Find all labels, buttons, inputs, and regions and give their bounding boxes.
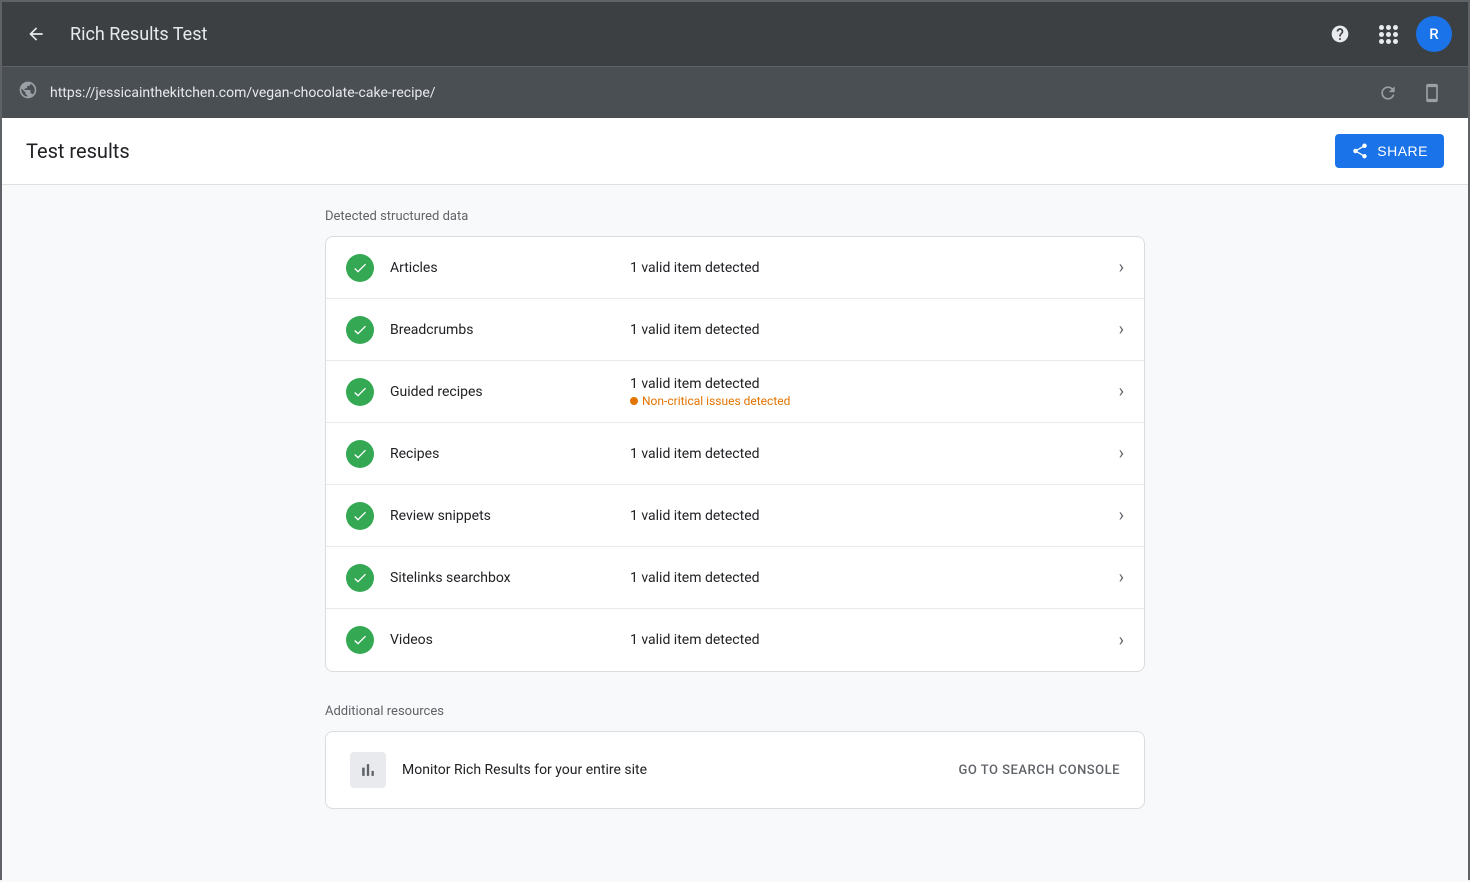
item-name-guided-recipes: Guided recipes: [390, 384, 590, 400]
resource-text: Monitor Rich Results for your entire sit…: [402, 762, 943, 778]
chevron-right-guided-recipes: ›: [1119, 381, 1124, 402]
resource-card: Monitor Rich Results for your entire sit…: [325, 731, 1145, 809]
detected-section-label: Detected structured data: [325, 209, 1145, 224]
share-label: SHARE: [1377, 143, 1428, 159]
item-name-breadcrumbs: Breadcrumbs: [390, 322, 590, 338]
refresh-button[interactable]: [1368, 73, 1408, 113]
scroll-area[interactable]: Detected structured data Articles 1 vali…: [2, 185, 1468, 882]
back-button[interactable]: [18, 16, 54, 52]
item-status-text-articles: 1 valid item detected: [630, 260, 1119, 276]
data-item-sitelinks[interactable]: Sitelinks searchbox 1 valid item detecte…: [326, 547, 1144, 609]
data-item-breadcrumbs[interactable]: Breadcrumbs 1 valid item detected ›: [326, 299, 1144, 361]
item-warning-guided-recipes: Non-critical issues detected: [630, 394, 1119, 408]
url-bar-actions: [1368, 73, 1452, 113]
check-icon-recipes: [346, 440, 374, 468]
additional-section-label: Additional resources: [325, 704, 1145, 719]
check-icon-videos: [346, 626, 374, 654]
item-name-sitelinks: Sitelinks searchbox: [390, 570, 590, 586]
item-name-review-snippets: Review snippets: [390, 508, 590, 524]
item-status-text-breadcrumbs: 1 valid item detected: [630, 322, 1119, 338]
resource-icon: [350, 752, 386, 788]
item-status-review-snippets: 1 valid item detected: [630, 508, 1119, 524]
item-status-recipes: 1 valid item detected: [630, 446, 1119, 462]
chevron-right-sitelinks: ›: [1119, 567, 1124, 588]
item-status-breadcrumbs: 1 valid item detected: [630, 322, 1119, 338]
item-status-videos: 1 valid item detected: [630, 632, 1119, 648]
item-status-text-guided-recipes: 1 valid item detected: [630, 376, 1119, 392]
top-bar: Rich Results Test R: [2, 2, 1468, 66]
share-button[interactable]: SHARE: [1335, 134, 1444, 168]
data-item-review-snippets[interactable]: Review snippets 1 valid item detected ›: [326, 485, 1144, 547]
check-icon-breadcrumbs: [346, 316, 374, 344]
check-icon-articles: [346, 254, 374, 282]
item-status-text-recipes: 1 valid item detected: [630, 446, 1119, 462]
item-name-videos: Videos: [390, 632, 590, 648]
check-icon-sitelinks: [346, 564, 374, 592]
check-icon-review-snippets: [346, 502, 374, 530]
data-item-videos[interactable]: Videos 1 valid item detected ›: [326, 609, 1144, 671]
check-icon-guided-recipes: [346, 378, 374, 406]
chevron-right-recipes: ›: [1119, 443, 1124, 464]
results-title: Test results: [26, 139, 130, 163]
item-status-text-sitelinks: 1 valid item detected: [630, 570, 1119, 586]
chevron-right-breadcrumbs: ›: [1119, 319, 1124, 340]
data-items-list: Articles 1 valid item detected › Breadcr…: [325, 236, 1145, 672]
help-button[interactable]: [1320, 14, 1360, 54]
item-status-text-review-snippets: 1 valid item detected: [630, 508, 1119, 524]
content-wrapper: Detected structured data Articles 1 vali…: [285, 209, 1185, 809]
results-header: Test results SHARE: [2, 118, 1468, 185]
apps-button[interactable]: [1368, 14, 1408, 54]
mobile-button[interactable]: [1412, 73, 1452, 113]
data-item-guided-recipes[interactable]: Guided recipes 1 valid item detected Non…: [326, 361, 1144, 423]
url-bar: https://jessicainthekitchen.com/vegan-ch…: [2, 66, 1468, 118]
top-bar-icons: R: [1320, 14, 1452, 54]
item-status-text-videos: 1 valid item detected: [630, 632, 1119, 648]
item-status-guided-recipes: 1 valid item detected Non-critical issue…: [630, 376, 1119, 408]
item-name-articles: Articles: [390, 260, 590, 276]
warning-dot-guided-recipes: [630, 397, 638, 405]
data-item-recipes[interactable]: Recipes 1 valid item detected ›: [326, 423, 1144, 485]
additional-section: Additional resources Monitor Rich Result…: [325, 704, 1145, 809]
warning-text-guided-recipes: Non-critical issues detected: [642, 394, 790, 408]
item-status-articles: 1 valid item detected: [630, 260, 1119, 276]
resource-action-button[interactable]: GO TO SEARCH CONSOLE: [959, 763, 1121, 778]
item-status-sitelinks: 1 valid item detected: [630, 570, 1119, 586]
main-content: Test results SHARE Detected structured d…: [2, 118, 1468, 882]
app-title: Rich Results Test: [70, 24, 1304, 45]
chevron-right-review-snippets: ›: [1119, 505, 1124, 526]
url-display: https://jessicainthekitchen.com/vegan-ch…: [50, 85, 1356, 101]
grid-dots-icon: [1379, 25, 1398, 44]
avatar[interactable]: R: [1416, 16, 1452, 52]
data-item-articles[interactable]: Articles 1 valid item detected ›: [326, 237, 1144, 299]
chevron-right-videos: ›: [1119, 630, 1124, 651]
item-name-recipes: Recipes: [390, 446, 590, 462]
chevron-right-articles: ›: [1119, 257, 1124, 278]
globe-icon: [18, 80, 38, 105]
